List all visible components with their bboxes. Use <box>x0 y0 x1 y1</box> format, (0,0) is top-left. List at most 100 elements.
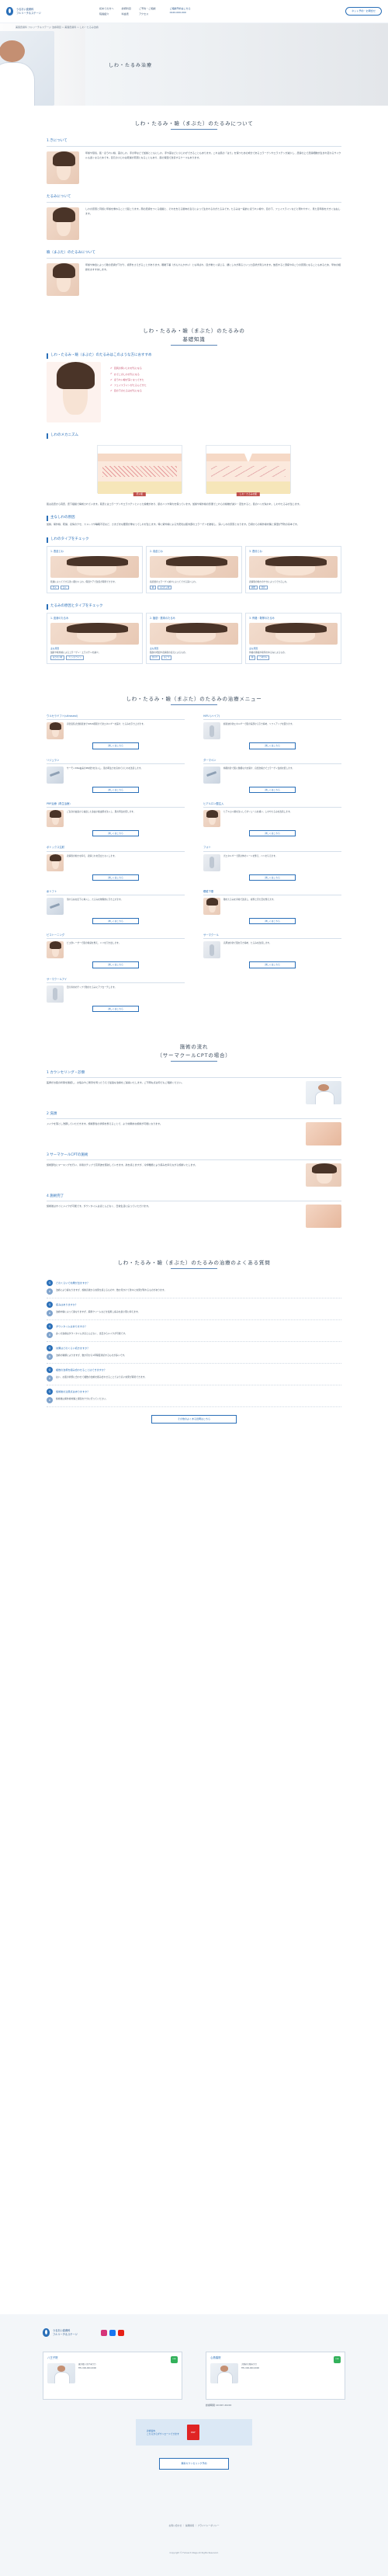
pdf-banner[interactable]: 診療案内 こちらからダウンロードできます PDF <box>136 2419 252 2446</box>
tag: ほうれい線 <box>158 585 172 590</box>
young-skin-diagram: 若い肌 <box>97 445 182 497</box>
footer-logo[interactable]: うるおい皮膚科 フルリーチ＆ステージ <box>43 2328 78 2337</box>
more-button[interactable]: 詳しくはこちら <box>249 830 296 837</box>
hero-banner: 美容皮膚科 フルリーチ＆ステージ 治療項目 > 美容皮膚科 > しわ・たるみ治療… <box>0 23 388 106</box>
more-button[interactable]: 詳しくはこちら <box>249 742 296 749</box>
line-icon[interactable]: LINE <box>171 2356 178 2363</box>
faq-item[interactable]: Q ダウンタイムはありますか？ A 多くの治療はダウンタイムがほとんどなく、当日から… <box>47 1320 341 1343</box>
flow-step: 2 洗顔 メイクを落とし洗顔していただきます。施術部位の状態を整えることで、より… <box>47 1112 341 1145</box>
phone-contact[interactable]: ご相談予約はこちら 0120-000-000 <box>170 7 191 16</box>
reserve-button[interactable]: ネット予約・お問合せ <box>345 7 382 16</box>
about-section: しわ・たるみ・瞼（まぶた）のたるみについて 1.きについて 年齢や環境、肌・ほう… <box>0 106 388 297</box>
site-logo[interactable]: うるおい皮膚科 フルリーチ＆ステージ <box>6 7 84 16</box>
cause-heading: 主なしわの原因 <box>47 516 341 522</box>
facebook-icon[interactable] <box>109 2330 116 2336</box>
treatment-image <box>203 722 220 740</box>
more-button[interactable]: 詳しくはこちら <box>249 874 296 881</box>
faq-section: しわ・たるみ・瞼（まぶた）のたるみの治療のよくある質問 Q どのくらいで効果が出ま… <box>0 1236 388 1424</box>
line-icon[interactable]: LINE <box>334 2356 341 2363</box>
more-button[interactable]: 詳しくはこちら <box>92 917 139 925</box>
faq-item[interactable]: Q 複数の治療を組み合わせることはできますか？ A はい、お肌の状態に合わせて複数の… <box>47 1364 341 1386</box>
tag: 額 <box>150 585 157 590</box>
faq-item[interactable]: Q 痛みはありますか？ A 治療内容によって異なりますが、麻酔クリームなどを使用し痛… <box>47 1298 341 1321</box>
flow-step: 4 施術完了 施術後はすぐにメイクが可能です。ダウンタイムはほとんどなく、日常生… <box>47 1194 341 1228</box>
more-button[interactable]: 詳しくはこちら <box>92 874 139 881</box>
woman-illustration <box>47 362 101 423</box>
more-button[interactable]: 詳しくはこちら <box>92 1005 139 1013</box>
treatment-card: サーマクールアイ 目元専用のチップで瞼のたるみにアプローチします。 詳しくはこち… <box>47 978 185 1013</box>
more-button[interactable]: 詳しくはこちら <box>92 961 139 968</box>
more-button[interactable]: 詳しくはこちら <box>92 830 139 837</box>
tag: ほうれい線 <box>50 655 64 660</box>
basics-title-line2: 基礎知識 <box>182 335 206 342</box>
basics-title-line1: しわ・たるみ・瞼（まぶた）のたるみの <box>143 328 245 335</box>
tag: 目尻 <box>258 585 268 590</box>
wrinkle-type-cards: 1. 表皮じわ 乾燥によってできる浅く細かいしわ。保湿ケアで改善が期待できます。… <box>47 546 341 594</box>
about-text-2: しわの原因と同様に年齢を重ねることで起こります。顔の皮膚をつくる組織と、それを支… <box>85 207 341 215</box>
check-heading: しわ・たるみ・瞼（まぶた）のたるみはこのような方におすすめ <box>47 353 341 360</box>
aged-skin-diagram: しわ・たるみの肌 <box>206 445 291 497</box>
tag: 頬 <box>249 655 256 660</box>
phone-label: ご相談予約はこちら <box>169 6 191 10</box>
treatment-image <box>47 897 64 915</box>
more-button[interactable]: 詳しくはこちら <box>249 961 296 968</box>
treatment-grid: ウルセラドフト(ultraseal) 高密度焦点式超音波でSMAS筋膜まで熱エネ… <box>47 714 341 1013</box>
more-button[interactable]: 詳しくはこちら <box>92 742 139 749</box>
tag: フェイスライン <box>65 655 84 660</box>
clinic-card: 心斎橋院 LINE 大阪府大阪市〇〇 TEL 000-000-0000 <box>206 2352 345 2400</box>
step-image <box>306 1204 341 1228</box>
youtube-icon[interactable] <box>118 2330 124 2336</box>
nav-director[interactable]: 院長紹介 <box>99 12 114 16</box>
treatment-image <box>203 853 220 871</box>
check-icon: ✔ <box>110 367 113 370</box>
title-underline <box>171 129 217 130</box>
wrinkle-type-card: 1. 表皮じわ 乾燥によってできる浅く細かいしわ。保湿ケアで改善が期待できます。… <box>47 546 143 594</box>
nav-first-visit[interactable]: 初めての方へ <box>99 7 114 11</box>
basics-section: しわ・たるみ・瞼（まぶた）のたるみの 基礎知識 しわ・たるみ・瞼（まぶた）のたる… <box>0 296 388 664</box>
faq-item[interactable]: Q 効果はどのくらい続きますか？ A 治療の種類によりますが、数か月から1年程度持続… <box>47 1342 341 1364</box>
face-image <box>50 623 139 645</box>
nav-access[interactable]: アクセス <box>139 12 156 16</box>
check-item: ✔ 目尻の笑いじわが気になる <box>110 367 142 370</box>
check-item: ✔ 目の下のたるみが気になる <box>110 389 142 393</box>
faq-more-button[interactable]: その他のよくある質問はこちら <box>151 1415 237 1424</box>
treatment-card: ヒアルロン酸注入 ヒアルロン酸を注入してボリュームを補い、しわやたるみを改善しま… <box>203 802 341 837</box>
footer-links[interactable]: お問い合わせ ｜ 採用情報 ｜ プライバシーポリシー <box>0 2524 388 2527</box>
treatment-card: PRP治療（再生治療） ご自身の血液から抽出した多血小板血漿を注入し、肌の再生を… <box>47 802 185 837</box>
treatment-card: ピコトーニング ピコ秒レーザーで肌の質感を整え、ハリを引き出します。 詳しくはこ… <box>47 933 185 968</box>
check-icon: ✔ <box>110 389 113 393</box>
treatment-card: ボトックス注射 表情筋の動きを抑え、表情じわを目立たなくします。 詳しくはこちら <box>47 846 185 881</box>
nav-departments[interactable]: 診療科目 <box>122 7 131 11</box>
sag-type-card: 3. 骨格・靭帯のたるみ 主な原因 骨格の萎縮や靭帯のゆるみによるもの。 頬こめ… <box>245 613 341 664</box>
breadcrumb[interactable]: 美容皮膚科 フルリーチ＆ステージ 治療項目 > 美容皮膚科 > しわ・たるみ治療 <box>16 26 99 30</box>
faq-item[interactable]: Q 施術後の注意点はありますか？ A 施術後は紫外線対策と保湿を十分に行ってください… <box>47 1385 341 1408</box>
treatment-card: リジュラン サーモンDNA由来のPN成分を注入し、肌の再生力を高めて小じわを改善… <box>47 759 185 793</box>
about-heading-2: たるみについて <box>47 195 71 200</box>
answer-icon: A <box>47 1354 53 1361</box>
more-button[interactable]: 詳しくはこちら <box>249 917 296 925</box>
answer-icon: A <box>47 1310 53 1317</box>
treatment-image <box>47 766 64 784</box>
nav-reservation[interactable]: ご予約・ご相談 <box>139 7 156 11</box>
more-button[interactable]: 詳しくはこちら <box>92 786 139 793</box>
treatment-card: 眼瞼下垂 瞼のたるみを手術で改善し、視界と見た目を整えます。 詳しくはこちら <box>203 890 341 925</box>
treatment-image <box>47 941 64 959</box>
more-button[interactable]: 詳しくはこちら <box>249 786 296 793</box>
counseling-button[interactable]: 無料カウンセリング予約 <box>159 2458 229 2470</box>
tag: 口元 <box>60 585 69 590</box>
instagram-icon[interactable] <box>101 2330 107 2336</box>
treatment-card: 糸リフト 溶ける糸を皮下に挿入し、たるみを物理的に引き上げます。 詳しくはこちら <box>47 890 185 925</box>
title-underline <box>171 345 217 346</box>
treatment-image <box>203 941 220 959</box>
pdf-icon: PDF <box>186 2425 199 2440</box>
clinic-image <box>47 2363 75 2384</box>
logo-mark-icon <box>6 7 13 16</box>
about-text-3: 年齢や体質によって瞼の皮膚が下がり、視界をさえぎることがあります。眼瞼下垂（がん… <box>85 263 341 271</box>
question-icon: Q <box>47 1280 53 1287</box>
face-image <box>150 623 238 645</box>
page-title: しわ・たるみ治療 <box>109 63 153 68</box>
aged-skin-label: しわ・たるみの肌 <box>236 492 261 497</box>
faq-item[interactable]: Q どのくらいで効果が出ますか？ A 治療により異なりますが、施術直後から効果を感じ… <box>47 1277 341 1299</box>
nav-pricing[interactable]: 料金表 <box>122 12 131 16</box>
about-title: しわ・たるみ・瞼（まぶた）のたるみについて <box>134 120 254 127</box>
